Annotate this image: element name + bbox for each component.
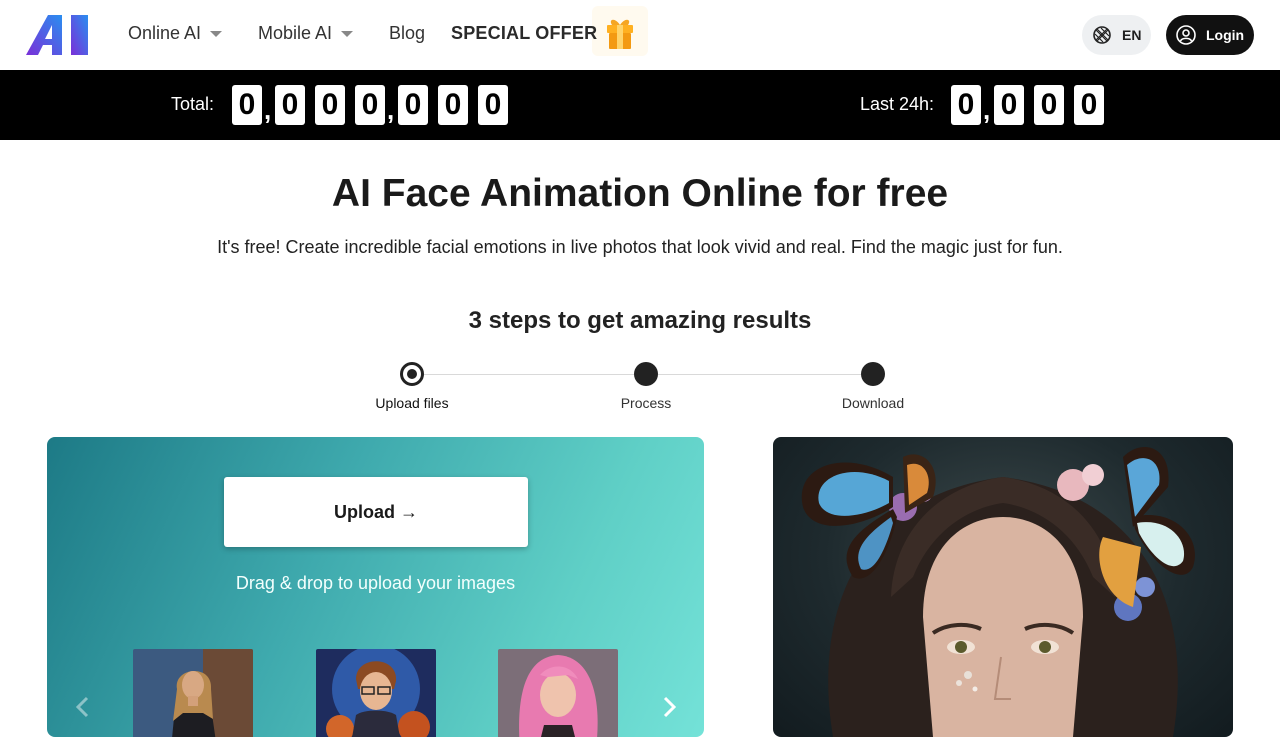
language-selector[interactable]: EN: [1082, 15, 1151, 55]
counter-digit: 0: [398, 85, 428, 125]
sample-image-pink-hair[interactable]: [498, 649, 618, 737]
sample-image-woman[interactable]: [133, 649, 253, 737]
example-result-image: [773, 437, 1233, 737]
logo-icon[interactable]: [26, 15, 88, 55]
nav-special-offer-label: SPECIAL OFFER: [451, 23, 598, 43]
counter-digit: 0: [232, 85, 262, 125]
login-button[interactable]: Login: [1166, 15, 1254, 55]
nav-online-ai-label: Online AI: [128, 23, 202, 43]
nav-blog-label: Blog: [389, 23, 426, 43]
language-label: EN: [1122, 27, 1142, 43]
user-icon: [1176, 25, 1196, 45]
step-label-download: Download: [841, 395, 905, 411]
chevron-right-icon[interactable]: [657, 695, 681, 719]
globe-icon: [1093, 26, 1111, 44]
upload-dropzone[interactable]: Upload → Drag & drop to upload your imag…: [47, 437, 704, 737]
nav-mobile-ai-label: Mobile AI: [258, 23, 333, 43]
login-label: Login: [1206, 27, 1245, 43]
step-label-process: Process: [620, 395, 672, 411]
step-connector: [424, 374, 634, 375]
counter-digit: 0: [315, 85, 345, 125]
drag-drop-hint: Drag & drop to upload your images: [235, 573, 516, 593]
step-connector: [658, 374, 861, 375]
chevron-down-icon: [210, 30, 223, 37]
upload-button[interactable]: Upload →: [224, 477, 528, 547]
digit-separator: ,: [983, 95, 991, 125]
page-subtitle: It's free! Create incredible facial emot…: [217, 237, 1063, 257]
steps-title: 3 steps to get amazing results: [468, 307, 812, 334]
sample-image-boy[interactable]: [316, 649, 436, 737]
step-label-upload: Upload files: [375, 395, 449, 411]
site-header: Online AI Mobile AI Blog SPECIAL OFFER E…: [0, 0, 1280, 70]
digit-separator: ,: [387, 95, 395, 125]
counter-digit: 0: [994, 85, 1024, 125]
nav-special-offer[interactable]: SPECIAL OFFER: [451, 23, 597, 44]
total-label: Total:: [171, 94, 215, 114]
step-indicator-upload: [400, 362, 424, 386]
counter-digit: 0: [951, 85, 981, 125]
usage-counter-bar: Total: 0,000,000 Last 24h: 0,000: [0, 70, 1280, 140]
digit-separator: ,: [264, 95, 272, 125]
counter-digit: 0: [438, 85, 468, 125]
step-indicator-download: [861, 362, 885, 386]
last24-counter: 0,000: [951, 85, 1114, 125]
page-title: AI Face Animation Online for free: [331, 172, 949, 215]
counter-digit: 0: [355, 85, 385, 125]
counter-digit: 0: [478, 85, 508, 125]
counter-digit: 0: [1074, 85, 1104, 125]
counter-digit: 0: [275, 85, 305, 125]
last24-label: Last 24h:: [860, 94, 935, 114]
counter-digit: 0: [1034, 85, 1064, 125]
nav-blog[interactable]: Blog: [389, 23, 425, 44]
nav-online-ai[interactable]: Online AI: [128, 23, 223, 44]
total-counter: 0,000,000: [232, 85, 518, 125]
chevron-left-icon[interactable]: [71, 695, 95, 719]
gift-icon[interactable]: [605, 16, 635, 50]
nav-mobile-ai[interactable]: Mobile AI: [258, 23, 354, 44]
step-indicator-process: [634, 362, 658, 386]
chevron-down-icon: [341, 30, 354, 37]
